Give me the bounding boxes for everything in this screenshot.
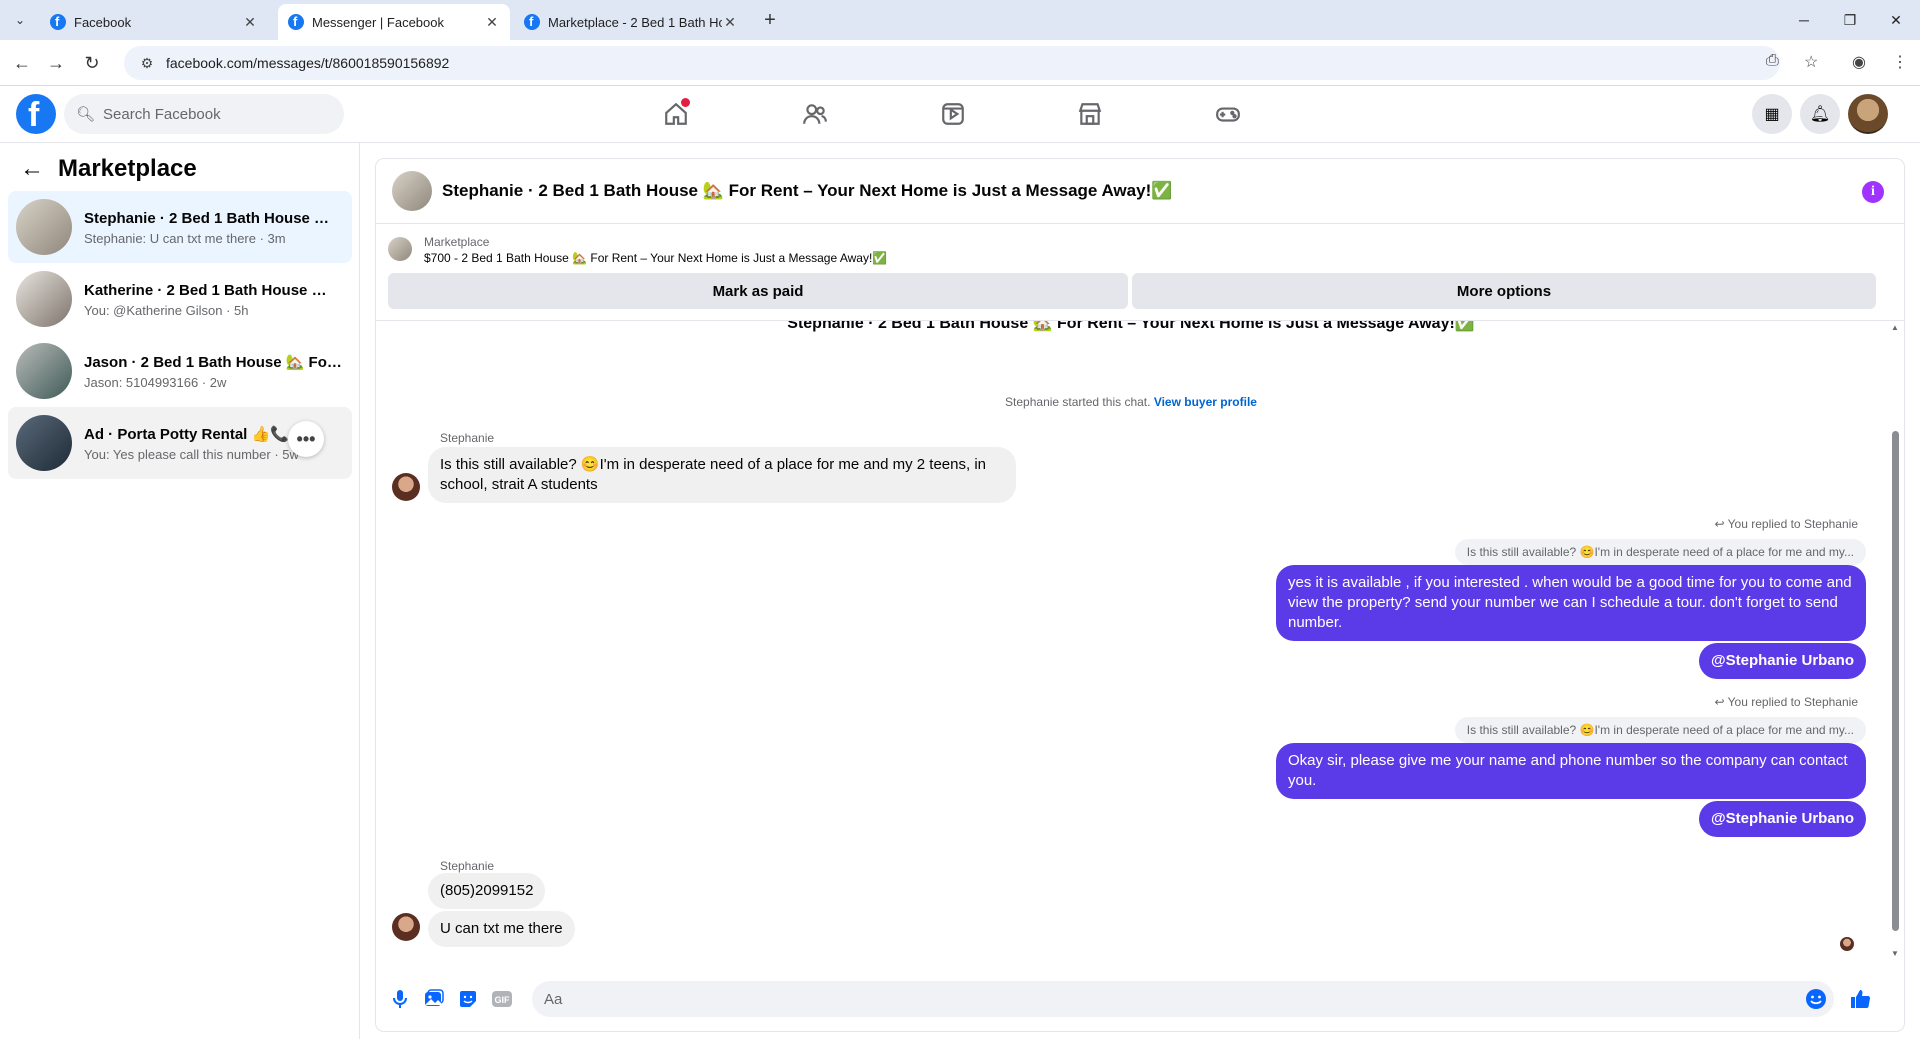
facebook-favicon-icon: [524, 14, 540, 30]
message-input[interactable]: [532, 981, 1834, 1017]
microphone-icon[interactable]: [388, 987, 412, 1011]
browser-tab-bar: ⌄ Facebook ✕ Messenger | Facebook ✕ Mark…: [0, 0, 1920, 40]
sidebar-header: ← Marketplace: [20, 155, 197, 183]
restore-icon[interactable]: ❐: [1830, 6, 1870, 34]
gif-icon[interactable]: GIF: [490, 987, 514, 1011]
forward-arrow-icon[interactable]: →: [42, 49, 70, 77]
reply-indicator: ↩ You replied to Stephanie: [1714, 695, 1858, 709]
quoted-message[interactable]: Is this still available? 😊I'm in despera…: [1454, 539, 1866, 565]
sender-avatar[interactable]: [392, 473, 420, 501]
bookmark-star-icon[interactable]: ☆: [1804, 52, 1818, 72]
video-icon[interactable]: [933, 94, 973, 134]
chat-panel: Stephanie · 2 Bed 1 Bath House 🏡 For Ren…: [376, 159, 1904, 1031]
new-tab-plus-icon[interactable]: +: [758, 8, 782, 32]
outgoing-message[interactable]: yes it is available , if you interested …: [1276, 565, 1866, 641]
thread-scrollbar[interactable]: ▲ ▼: [1890, 321, 1900, 961]
back-arrow-icon[interactable]: ←: [20, 155, 44, 183]
chat-header: Stephanie · 2 Bed 1 Bath House 🏡 For Ren…: [376, 159, 1904, 224]
marketplace-icon[interactable]: [1070, 94, 1110, 134]
facebook-top-nav: 🔍︎ ▦ 🔔︎: [0, 86, 1920, 143]
sender-name: Stephanie: [440, 859, 495, 873]
conversation-item-jason[interactable]: Jason · 2 Bed 1 Bath House 🏡 For ... Jas…: [8, 335, 352, 407]
facebook-favicon-icon: [50, 14, 66, 30]
sender-avatar[interactable]: [392, 913, 420, 941]
emoji-icon[interactable]: [1804, 987, 1828, 1011]
reply-indicator: ↩ You replied to Stephanie: [1714, 517, 1858, 531]
sticker-icon[interactable]: [456, 987, 480, 1011]
account-avatar[interactable]: [1848, 94, 1888, 134]
back-arrow-icon[interactable]: ←: [8, 49, 36, 77]
listing-thumbnail[interactable]: [388, 237, 412, 261]
close-window-icon[interactable]: ✕: [1876, 6, 1916, 34]
scroll-thumb[interactable]: [1892, 431, 1899, 931]
marketplace-listing-card: Marketplace $700 - 2 Bed 1 Bath House 🏡 …: [376, 225, 1904, 321]
conversation-avatar: [16, 343, 72, 399]
scroll-up-icon[interactable]: ▲: [1890, 323, 1900, 332]
seen-indicator-avatar: [1840, 937, 1854, 951]
close-tab-icon[interactable]: ✕: [722, 14, 738, 30]
incoming-message[interactable]: (805)2099152: [428, 873, 546, 909]
conversation-avatar: [16, 199, 72, 255]
incoming-message[interactable]: Is this still available? 😊I'm in despera…: [428, 447, 1016, 503]
friends-icon[interactable]: [795, 94, 835, 134]
gaming-icon[interactable]: [1208, 94, 1248, 134]
facebook-logo-icon[interactable]: [16, 94, 56, 135]
browser-tab-messenger[interactable]: Messenger | Facebook ✕: [278, 4, 510, 40]
search-icon: 🔍︎: [76, 106, 96, 123]
browser-menu-icon[interactable]: ⋮: [1892, 52, 1908, 72]
conversation-item-katherine[interactable]: Katherine · 2 Bed 1 Bath House 🏡 ... You…: [8, 263, 352, 335]
search-input[interactable]: [103, 105, 304, 123]
outgoing-mention[interactable]: @Stephanie Urbano: [1699, 801, 1866, 837]
facebook-favicon-icon: [288, 14, 304, 30]
chat-header-avatar[interactable]: [392, 171, 432, 211]
outgoing-mention[interactable]: @Stephanie Urbano: [1699, 643, 1866, 679]
conversation-more-options-icon[interactable]: •••: [288, 421, 324, 457]
conversation-item-stephanie[interactable]: Stephanie · 2 Bed 1 Bath House 🏡 ... Ste…: [8, 191, 352, 263]
home-icon[interactable]: [656, 94, 696, 134]
reload-icon[interactable]: ↻: [78, 49, 106, 77]
mark-as-paid-button[interactable]: Mark as paid: [388, 273, 1128, 309]
home-notification-dot: [681, 98, 690, 107]
profile-icon[interactable]: ◉: [1852, 52, 1866, 72]
conversation-avatar: [16, 271, 72, 327]
photo-icon[interactable]: [422, 987, 446, 1011]
address-bar-row: ← → ↻ ⚙ facebook.com/messages/t/86001859…: [0, 40, 1920, 86]
notifications-bell-icon[interactable]: 🔔︎: [1800, 94, 1840, 134]
url-text[interactable]: facebook.com/messages/t/860018590156892: [166, 55, 449, 71]
marketplace-label: Marketplace: [424, 235, 490, 249]
incoming-message[interactable]: U can txt me there: [428, 911, 575, 947]
close-tab-icon[interactable]: ✕: [242, 14, 258, 30]
message-thread: Stephanie · 2 Bed 1 Bath House 🏡 For Ren…: [376, 321, 1886, 961]
chat-header-title[interactable]: Stephanie · 2 Bed 1 Bath House 🏡 For Ren…: [442, 181, 1172, 201]
view-buyer-profile-link[interactable]: View buyer profile: [1154, 395, 1257, 409]
facebook-search[interactable]: 🔍︎: [64, 94, 344, 134]
tab-search-chevron-icon[interactable]: ⌄: [8, 8, 32, 32]
marketplace-sidebar: ← Marketplace Stephanie · 2 Bed 1 Bath H…: [0, 143, 360, 1039]
minimize-icon[interactable]: ─: [1784, 6, 1824, 34]
site-info-icon[interactable]: ⚙: [134, 55, 160, 72]
install-app-icon[interactable]: ⎙: [1766, 52, 1779, 70]
scroll-down-icon[interactable]: ▼: [1890, 949, 1900, 958]
thumbs-up-icon[interactable]: [1848, 987, 1872, 1011]
more-options-button[interactable]: More options: [1132, 273, 1876, 309]
conversation-info-icon[interactable]: i: [1862, 181, 1884, 203]
menu-grid-icon[interactable]: ▦: [1752, 94, 1792, 134]
omnibox[interactable]: ⚙ facebook.com/messages/t/86001859015689…: [124, 46, 1780, 80]
browser-tab-facebook[interactable]: Facebook ✕: [40, 4, 268, 40]
sidebar-title: Marketplace: [58, 155, 197, 182]
browser-tab-marketplace[interactable]: Marketplace - 2 Bed 1 Bath Hou ✕: [514, 4, 748, 40]
close-tab-icon[interactable]: ✕: [484, 14, 500, 30]
listing-title[interactable]: $700 - 2 Bed 1 Bath House 🏡 For Rent – Y…: [424, 251, 887, 265]
message-composer: GIF: [376, 973, 1904, 1025]
sender-name: Stephanie: [440, 431, 495, 445]
chat-started-notice: Stephanie started this chat. View buyer …: [1005, 395, 1257, 409]
svg-text:GIF: GIF: [495, 995, 511, 1005]
thread-listing-title: Stephanie · 2 Bed 1 Bath House 🏡 For Ren…: [787, 321, 1475, 332]
conversation-avatar: [16, 415, 72, 471]
outgoing-message[interactable]: Okay sir, please give me your name and p…: [1276, 743, 1866, 799]
quoted-message[interactable]: Is this still available? 😊I'm in despera…: [1454, 717, 1866, 743]
